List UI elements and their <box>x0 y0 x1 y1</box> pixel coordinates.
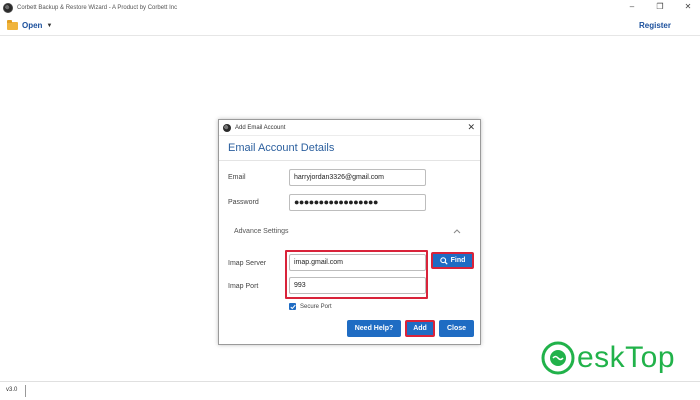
advance-settings-label: Advance Settings <box>234 228 289 235</box>
window-controls: – ❐ ✕ <box>626 2 694 12</box>
version-label: v3.0 <box>6 387 18 393</box>
close-window-icon[interactable]: ✕ <box>682 2 694 12</box>
email-label: Email <box>228 174 246 181</box>
restore-icon[interactable]: ❐ <box>654 2 666 12</box>
secure-port-label: Secure Port <box>300 303 332 310</box>
statusbar: v3.0 <box>0 381 700 400</box>
register-button[interactable]: Register <box>639 21 671 30</box>
dialog-title: Add Email Account <box>235 124 286 131</box>
status-separator <box>25 385 26 397</box>
open-menu-button[interactable]: Open ▼ <box>7 19 53 30</box>
window-title: Corbett Backup & Restore Wizard - A Prod… <box>17 5 178 11</box>
dialog-titlebar: Add Email Account ✕ <box>219 120 480 136</box>
folder-open-icon <box>7 19 18 30</box>
password-label: Password <box>228 199 259 206</box>
heading-divider <box>219 160 480 161</box>
imap-server-field[interactable]: imap.gmail.com <box>289 254 426 271</box>
secure-port-checkbox[interactable]: Secure Port <box>289 303 332 310</box>
add-email-account-dialog: Add Email Account ✕ Email Account Detail… <box>218 119 481 345</box>
caret-down-icon: ▼ <box>46 22 53 29</box>
imap-server-label: Imap Server <box>228 260 267 267</box>
close-button[interactable]: Close <box>439 320 474 337</box>
advance-settings-toggle[interactable]: Advance Settings <box>219 223 480 240</box>
app-logo-icon <box>3 3 13 13</box>
password-field[interactable]: ●●●●●●●●●●●●●●●●● <box>289 194 426 211</box>
dialog-heading: Email Account Details <box>228 142 335 154</box>
chevron-up-icon <box>453 229 461 234</box>
open-menu-label: Open <box>22 21 43 30</box>
minimize-icon[interactable]: – <box>626 2 638 12</box>
desktop-watermark: eskTop <box>541 341 675 375</box>
add-button[interactable]: Add <box>405 320 435 337</box>
email-field[interactable]: harryjordan3326@gmail.com <box>289 169 426 186</box>
checkbox-checked-icon[interactable] <box>289 303 296 310</box>
find-button[interactable]: Find <box>431 252 474 269</box>
watermark-logo-icon <box>541 341 575 375</box>
watermark-text: eskTop <box>577 341 676 374</box>
find-button-label: Find <box>450 257 466 264</box>
dialog-close-icon[interactable]: ✕ <box>467 122 475 132</box>
menubar: Open ▼ Register <box>0 16 700 36</box>
checkmark-icon <box>289 304 296 309</box>
search-icon <box>439 256 448 265</box>
window-titlebar: Corbett Backup & Restore Wizard - A Prod… <box>0 0 700 16</box>
dialog-logo-icon <box>223 123 231 132</box>
imap-port-label: Imap Port <box>228 283 259 290</box>
imap-port-field[interactable]: 993 <box>289 277 426 294</box>
need-help-button[interactable]: Need Help? <box>347 320 401 337</box>
